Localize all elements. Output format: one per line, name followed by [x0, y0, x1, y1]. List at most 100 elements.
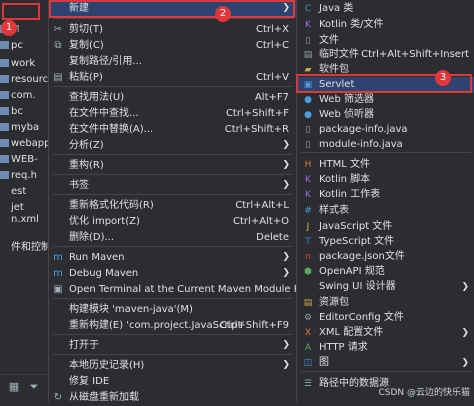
menu-item[interactable]: 查找用法(U) Alt+F7 [49, 89, 297, 106]
tree-item[interactable]: n.xml [0, 212, 48, 227]
tree-item[interactable]: pc [0, 38, 48, 53]
menu-item[interactable]: 分析(Z) ❯ [49, 137, 297, 154]
js-icon: J [306, 222, 310, 232]
submenu-item[interactable]: C Java 类 [297, 1, 474, 17]
menu-item[interactable]: 书签 ❯ [49, 177, 297, 194]
menu-item[interactable]: 在文件中查找... Ctrl+Shift+F [49, 105, 297, 122]
tree-item[interactable]: resource [0, 72, 48, 87]
submenu-item[interactable]: J JavaScript 文件 [297, 219, 474, 235]
submenu-item[interactable]: K Kotlin 脚本 [297, 172, 474, 188]
tree-item[interactable]: WEB- [0, 152, 48, 167]
menu-item[interactable]: ✂ 剪切(T) Ctrl+X [49, 21, 297, 38]
scratch-file-icon: ▤ [303, 50, 313, 60]
menu-item-label: 重构(R) [69, 160, 104, 171]
tree-item[interactable]: webapp [0, 136, 48, 151]
submenu-item-label: 样式表 [319, 205, 349, 216]
xml-icon: X [304, 328, 312, 338]
kotlin-icon: K [305, 175, 311, 185]
menu-item[interactable]: ⧉ 复制(C) Ctrl+C [49, 37, 297, 54]
css-icon: # [304, 206, 312, 216]
submenu-item[interactable]: ◫ 图 ❯ [297, 355, 474, 371]
tool-window-bar: ▦ ⏷ [0, 374, 48, 403]
tree-item[interactable]: req.h [0, 168, 48, 183]
menu-item[interactable]: 优化 import(Z) Ctrl+Alt+O [49, 213, 297, 230]
folder-icon [0, 123, 9, 131]
submenu-item[interactable]: # 样式表 [297, 203, 474, 219]
menu-item[interactable]: ▤ 粘贴(P) Ctrl+V [49, 69, 297, 86]
submenu-item[interactable]: K Kotlin 类/文件 [297, 17, 474, 33]
tree-item[interactable]: myba [0, 120, 48, 135]
tree-item-label: webapp [11, 138, 48, 149]
submenu-item[interactable]: ▯ module-info.java [297, 137, 474, 153]
submenu-item[interactable]: ● Web 侦听器 [297, 107, 474, 123]
menu-item-shortcut: Ctrl+Shift+R [224, 124, 289, 135]
folder-icon [0, 139, 9, 147]
menu-separator [301, 371, 471, 372]
menu-item[interactable]: ↻ 从磁盘重新加载 [49, 389, 297, 406]
ts-icon: T [305, 237, 311, 247]
submenu-item-label: 临时文件 [319, 49, 359, 60]
menu-item-label: 复制路径/引用... [69, 56, 142, 67]
html-icon: H [304, 160, 312, 170]
tree-item-label: com. [11, 90, 36, 101]
menu-item[interactable]: 打开于 ❯ [49, 337, 297, 354]
tree-item[interactable]: 件和控制台 [0, 240, 48, 255]
tree-item[interactable]: work [0, 56, 48, 71]
kotlin-icon: K [305, 190, 311, 200]
layout-icon[interactable]: ▦ [8, 381, 20, 393]
menu-item[interactable]: 在文件中替换(A)... Ctrl+Shift+R [49, 121, 297, 138]
menu-item[interactable]: 构建模块 'maven-java'(M) [49, 301, 297, 318]
java-file-icon: ▯ [305, 125, 311, 135]
submenu-item[interactable]: Swing UI 设计器 ❯ [297, 279, 474, 295]
submenu-item[interactable]: ▯ package-info.java [297, 122, 474, 138]
menu-item[interactable]: 重构(R) ❯ [49, 157, 297, 174]
submenu-item-label: JavaScript 文件 [319, 221, 393, 232]
chevron-right-icon: ❯ [282, 268, 290, 278]
watermark: CSDN @云边的快乐猫 [378, 388, 470, 398]
submenu-item[interactable]: H HTML 文件 [297, 157, 474, 173]
submenu-item[interactable]: X XML 配置文件 ❯ [297, 325, 474, 341]
menu-item-label: 优化 import(Z) [69, 216, 140, 227]
menu-separator [53, 154, 293, 155]
menu-item[interactable]: 删除(D)... Delete [49, 229, 297, 246]
menu-item[interactable]: 修复 IDE [49, 373, 297, 390]
chevron-right-icon: ❯ [461, 328, 469, 338]
maven-icon: m [53, 268, 63, 279]
filter-icon[interactable]: ⏷ [28, 381, 40, 393]
tree-item[interactable]: com. [0, 88, 48, 103]
submenu-item[interactable]: ⬢ OpenAPI 规范 [297, 264, 474, 280]
menu-separator [53, 194, 293, 195]
menu-item[interactable]: m Debug Maven ❯ [49, 265, 297, 282]
tree-item[interactable]: bc [0, 104, 48, 119]
menu-item[interactable]: m Run Maven ❯ [49, 249, 297, 266]
menu-item-label: 分析(Z) [69, 140, 104, 151]
chevron-right-icon: ❯ [282, 340, 290, 350]
submenu-item[interactable]: ● Web 筛选器 [297, 92, 474, 108]
submenu-item[interactable]: ▤ 资源包 [297, 295, 474, 311]
submenu-item-label: Web 侦听器 [319, 109, 374, 120]
folder-icon [0, 59, 9, 67]
menu-item[interactable]: 复制路径/引用... [49, 53, 297, 70]
reload-icon: ↻ [53, 392, 63, 403]
menu-item[interactable]: 重新格式化代码(R) Ctrl+Alt+L [49, 197, 297, 214]
menu-item[interactable]: ▣ Open Terminal at the Current Maven Modu… [49, 281, 315, 298]
menu-item[interactable]: 重新构建(E) 'com.project.JavaScript' Ctrl+Shi… [49, 317, 297, 334]
submenu-item[interactable]: A HTTP 请求 [297, 340, 474, 356]
submenu-item[interactable]: K Kotlin 工作表 [297, 187, 474, 203]
editorconfig-icon: ⚙ [303, 313, 313, 323]
menu-item-shortcut: Ctrl+Alt+O [233, 216, 289, 227]
chevron-right-icon: ❯ [282, 252, 290, 262]
menu-separator [53, 354, 293, 355]
submenu-item[interactable]: ⚙ EditorConfig 文件 [297, 310, 474, 326]
context-menu: 新建 ❯ ✂ 剪切(T) Ctrl+X ⧉ 复制(C) Ctrl+C 复制路径/引用... ▤ 粘贴… [48, 0, 316, 403]
submenu-item[interactable]: ▤ 临时文件 Ctrl+Alt+Shift+Insert [297, 47, 474, 63]
menu-item[interactable]: 本地历史记录(H) ❯ [49, 357, 297, 374]
step-badge-1: 1 [1, 20, 17, 36]
menu-separator [53, 18, 293, 19]
submenu-item[interactable]: T TypeScript 文件 [297, 234, 474, 250]
folder-icon [0, 107, 9, 115]
submenu-item[interactable]: n package.json文件 [297, 249, 474, 265]
java-class-icon: C [304, 4, 312, 14]
submenu-item-label: Java 类 [319, 3, 354, 14]
tree-item[interactable]: est [0, 184, 48, 199]
